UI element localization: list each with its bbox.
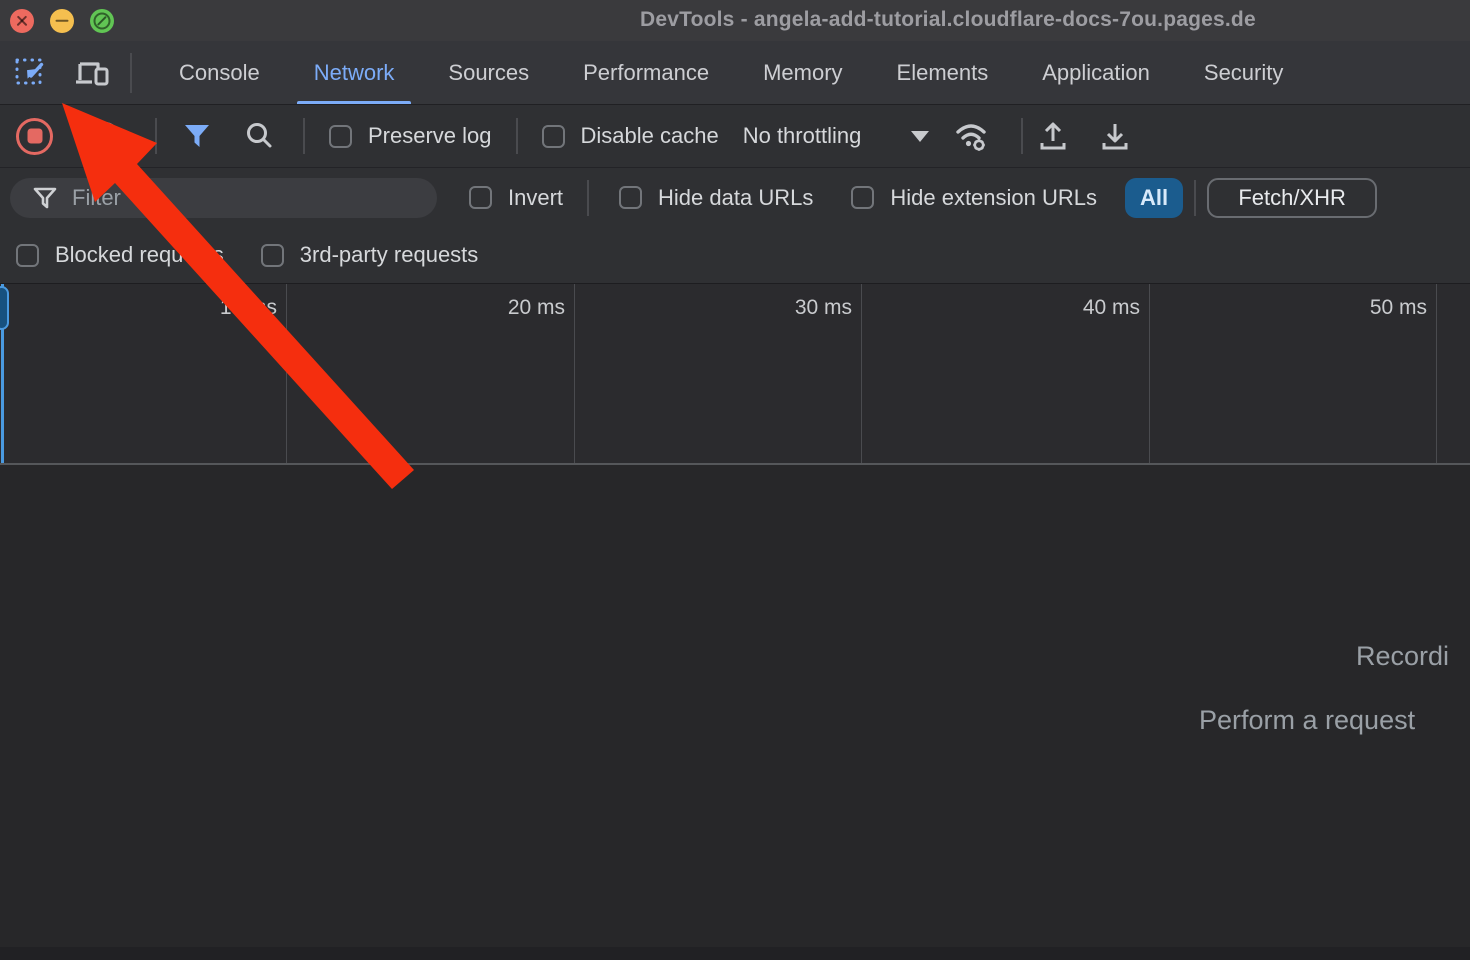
tab-application[interactable]: Application xyxy=(1015,41,1177,104)
download-icon xyxy=(1098,119,1132,153)
title-bar: DevTools - angela-add-tutorial.cloudflar… xyxy=(0,0,1470,41)
network-filter-bar: Invert Hide data URLs Hide extension URL… xyxy=(0,168,1470,227)
invert-checkbox-box xyxy=(469,186,492,209)
blocked-requests-checkbox[interactable]: Blocked requests xyxy=(16,242,224,268)
tab-security[interactable]: Security xyxy=(1177,41,1310,104)
disable-cache-checkbox[interactable]: Disable cache xyxy=(542,123,719,149)
preserve-log-checkbox[interactable]: Preserve log xyxy=(329,123,492,149)
export-har-button[interactable] xyxy=(1093,114,1137,158)
import-har-button[interactable] xyxy=(1031,114,1075,158)
panel-tabs: Console Network Sources Performance Memo… xyxy=(152,41,1310,104)
window-title: DevTools - angela-add-tutorial.cloudflar… xyxy=(640,8,1256,32)
inspect-cursor-icon xyxy=(12,55,48,91)
search-icon xyxy=(243,120,275,152)
overview-resize-handle[interactable] xyxy=(0,286,9,330)
tab-elements[interactable]: Elements xyxy=(870,41,1016,104)
record-network-log-button[interactable] xyxy=(16,118,53,155)
timeline-tick: 10 ms xyxy=(0,284,287,463)
filter-funnel-icon xyxy=(182,122,212,150)
toggle-device-toolbar-button[interactable] xyxy=(70,51,114,95)
window-bottom-edge xyxy=(0,947,1470,960)
timeline-tick: 50 ms xyxy=(1150,284,1437,463)
disable-cache-checkbox-box xyxy=(542,125,565,148)
request-type-fetch-xhr-button[interactable]: Fetch/XHR xyxy=(1207,178,1377,218)
chevron-down-icon xyxy=(911,131,929,142)
zoom-window-button[interactable] xyxy=(90,9,114,33)
hide-data-urls-checkbox-box xyxy=(619,186,642,209)
network-conditions-button[interactable] xyxy=(951,114,995,158)
minimize-window-button[interactable] xyxy=(50,9,74,33)
filter-toggle-button[interactable] xyxy=(175,114,219,158)
search-button[interactable] xyxy=(237,114,281,158)
close-window-button[interactable] xyxy=(10,9,34,33)
network-overview-timeline[interactable]: 10 ms 20 ms 30 ms 40 ms 50 ms xyxy=(0,284,1470,465)
empty-state-recording-text: Recordi xyxy=(1356,641,1449,672)
tab-performance[interactable]: Performance xyxy=(556,41,736,104)
clear-network-log-button[interactable] xyxy=(83,114,127,158)
hide-extension-urls-checkbox[interactable]: Hide extension URLs xyxy=(851,185,1097,211)
timeline-tick: 20 ms xyxy=(287,284,575,463)
funnel-icon xyxy=(32,185,58,211)
clear-icon xyxy=(89,120,121,152)
timeline-tick-empty xyxy=(1437,284,1470,463)
throttling-select[interactable]: No throttling xyxy=(743,123,930,149)
devtools-window: { "window": { "title": "DevTools - angel… xyxy=(0,0,1470,960)
filter-bar-divider xyxy=(587,180,589,216)
network-filter-bar-row2: Blocked requests 3rd-party requests xyxy=(0,227,1470,284)
tab-sources[interactable]: Sources xyxy=(421,41,556,104)
network-toolbar: Preserve log Disable cache No throttling xyxy=(0,105,1470,168)
hide-extension-urls-checkbox-box xyxy=(851,186,874,209)
filter-bar-divider xyxy=(1194,180,1196,216)
request-type-all-button[interactable]: All xyxy=(1125,178,1183,218)
toolbar-divider xyxy=(303,118,305,154)
hide-data-urls-checkbox[interactable]: Hide data URLs xyxy=(619,185,813,211)
third-party-requests-checkbox-box xyxy=(261,244,284,267)
devtools-tab-bar: Console Network Sources Performance Memo… xyxy=(0,41,1470,105)
wifi-gear-icon xyxy=(952,118,994,154)
toolbar-divider xyxy=(1021,118,1023,154)
empty-state-perform-request-text: Perform a request xyxy=(1199,705,1415,736)
timeline-tick: 30 ms xyxy=(575,284,862,463)
timeline-tick: 40 ms xyxy=(862,284,1150,463)
invert-checkbox[interactable]: Invert xyxy=(469,185,563,211)
record-stop-icon xyxy=(27,129,42,144)
tab-console[interactable]: Console xyxy=(152,41,287,104)
tab-memory[interactable]: Memory xyxy=(736,41,869,104)
preserve-log-checkbox-box xyxy=(329,125,352,148)
blocked-requests-checkbox-box xyxy=(16,244,39,267)
device-toolbar-icon xyxy=(73,56,111,90)
traffic-lights xyxy=(10,9,114,33)
tab-network[interactable]: Network xyxy=(287,41,422,104)
inspect-element-button[interactable] xyxy=(8,51,52,95)
toolbar-divider xyxy=(155,118,157,154)
tab-bar-divider xyxy=(130,53,132,93)
third-party-requests-checkbox[interactable]: 3rd-party requests xyxy=(261,242,479,268)
filter-input[interactable] xyxy=(70,184,437,212)
upload-icon xyxy=(1036,119,1070,153)
filter-input-container[interactable] xyxy=(10,178,437,218)
toolbar-divider xyxy=(516,118,518,154)
